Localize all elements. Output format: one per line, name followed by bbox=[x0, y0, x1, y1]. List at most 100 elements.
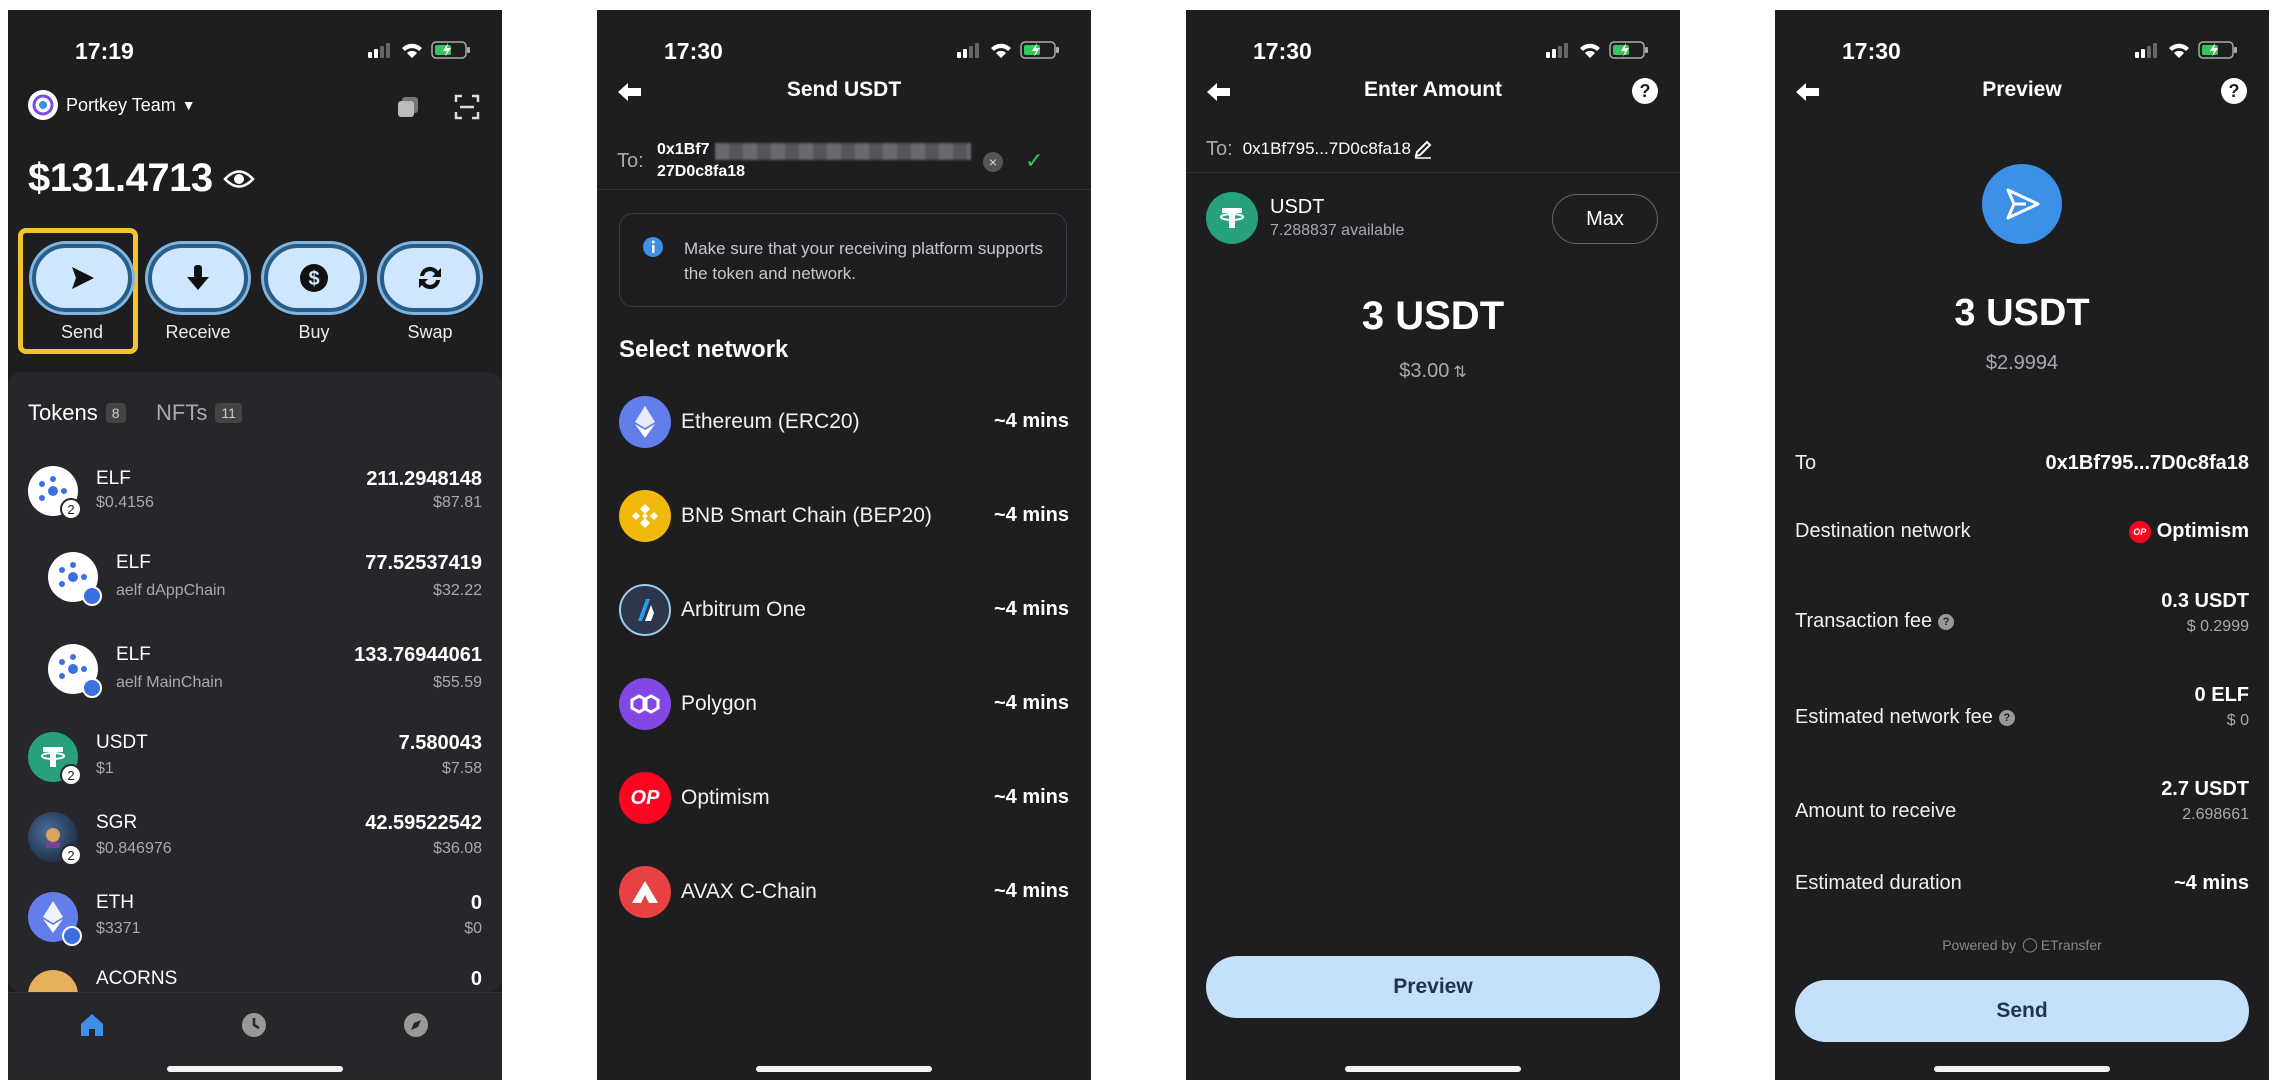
token-row[interactable]: 2 ELF $0.4156 211.2948148 $87.81 bbox=[8, 452, 502, 532]
divider bbox=[1186, 172, 1680, 173]
detail-row-network-fee: Estimated network fee ? 0 ELF $ 0 bbox=[1795, 684, 2249, 748]
token-row[interactable]: ELF aelf dAppChain 77.52537419 $32.22 bbox=[8, 538, 502, 618]
token-price: $3371 bbox=[96, 920, 141, 937]
preview-fiat: $2.9994 bbox=[1985, 352, 2059, 374]
help-icon[interactable]: ? bbox=[2221, 78, 2247, 104]
polygon-icon bbox=[619, 678, 671, 730]
detail-row-duration: Estimated duration ~4 mins bbox=[1795, 872, 2249, 912]
home-icon[interactable] bbox=[74, 1007, 110, 1043]
eye-icon[interactable] bbox=[222, 168, 255, 190]
tab-tokens[interactable]: Tokens 8 bbox=[28, 400, 126, 426]
detail-sub: $ 0 bbox=[2226, 712, 2249, 729]
edit-pencil-icon[interactable] bbox=[1413, 139, 1433, 159]
token-usd: $7.58 bbox=[441, 760, 482, 777]
tab-tokens-label: Tokens bbox=[28, 400, 98, 425]
token-row[interactable]: 2 USDT $1 7.580043 $7.58 bbox=[8, 718, 502, 798]
powered-label: Powered by bbox=[1942, 936, 2017, 953]
wallet-home-screen: 17:19 Portkey Team ▼ $131.4713 Send Rece… bbox=[8, 10, 502, 1080]
amount-input[interactable]: 3 USDT bbox=[1186, 294, 1680, 339]
account-name: Portkey Team bbox=[66, 94, 176, 115]
total-balance: $131.4713 bbox=[28, 156, 255, 201]
network-name: AVAX C-Chain bbox=[681, 880, 817, 903]
history-icon[interactable] bbox=[236, 1007, 272, 1043]
buy-button[interactable]: $ bbox=[264, 244, 364, 312]
swap-icon bbox=[419, 266, 441, 290]
network-item-polygon[interactable]: Polygon ~4 mins bbox=[619, 678, 1069, 738]
download-arrow-icon bbox=[187, 265, 209, 290]
network-time: ~4 mins bbox=[993, 504, 1069, 526]
send-button[interactable] bbox=[32, 244, 132, 312]
detail-label: Estimated duration bbox=[1795, 872, 1962, 894]
token-name: ELF bbox=[116, 644, 151, 665]
token-row[interactable]: ETH $3371 0 $0 bbox=[8, 878, 502, 958]
swap-button[interactable] bbox=[380, 244, 480, 312]
help-icon[interactable]: ? bbox=[1632, 78, 1658, 104]
network-name: Polygon bbox=[681, 692, 757, 715]
token-row[interactable]: ELF aelf MainChain 133.76944061 $55.59 bbox=[8, 630, 502, 710]
detail-value: 2.7 USDT bbox=[2161, 778, 2249, 800]
max-button[interactable]: Max bbox=[1552, 194, 1658, 244]
send-button[interactable]: Send bbox=[1795, 980, 2249, 1042]
etransfer-logo-icon: ◯ bbox=[2022, 936, 2038, 952]
action-receive[interactable]: Receive bbox=[138, 244, 258, 343]
question-icon[interactable]: ? bbox=[1998, 709, 2015, 726]
status-icons bbox=[2134, 41, 2238, 59]
scan-icon[interactable] bbox=[452, 92, 482, 122]
usdt-token-icon bbox=[1206, 192, 1258, 244]
preview-button[interactable]: Preview bbox=[1206, 956, 1660, 1018]
detail-row-to: To 0x1Bf795...7D0c8fa18 bbox=[1795, 452, 2249, 492]
status-time: 17:30 bbox=[1253, 38, 1312, 64]
copy-icon[interactable] bbox=[393, 92, 423, 122]
token-row[interactable]: 2 SGR $0.846976 42.59522542 $36.08 bbox=[8, 798, 502, 878]
detail-label: To bbox=[1795, 452, 1817, 474]
address-line1: 0x1Bf7 bbox=[657, 141, 710, 158]
network-time: ~4 mins bbox=[993, 880, 1069, 902]
network-item-bnb[interactable]: BNB Smart Chain (BEP20) ~4 mins bbox=[619, 490, 1069, 550]
network-item-avax[interactable]: AVAX C-Chain ~4 mins bbox=[619, 866, 1069, 926]
clear-input-icon[interactable]: × bbox=[983, 152, 1003, 172]
bnb-icon bbox=[619, 490, 671, 542]
network-item-arbitrum[interactable]: Arbitrum One ~4 mins bbox=[619, 584, 1069, 644]
action-swap[interactable]: Swap bbox=[370, 244, 490, 343]
tab-nfts-label: NFTs bbox=[156, 400, 208, 425]
page-title: Preview bbox=[1982, 78, 2062, 101]
switch-currency-icon[interactable]: ⇅ bbox=[1453, 362, 1466, 382]
tab-nfts[interactable]: NFTs 11 bbox=[156, 400, 242, 426]
chain-badge-icon bbox=[62, 926, 82, 946]
address-line2: 27D0c8fa18 bbox=[657, 163, 746, 180]
detail-label: Estimated network fee bbox=[1795, 706, 1993, 728]
action-send[interactable]: Send bbox=[22, 244, 142, 343]
network-time: ~4 mins bbox=[993, 598, 1069, 620]
detail-value: ~4 mins bbox=[2173, 872, 2249, 894]
detail-value: 0.3 USDT bbox=[2161, 590, 2249, 612]
chain-count-badge: 2 bbox=[60, 844, 82, 866]
detail-label: Amount to receive bbox=[1795, 800, 1957, 822]
network-time: ~4 mins bbox=[993, 786, 1069, 808]
powered-by: Powered by ◯ ETransfer bbox=[1775, 936, 2269, 953]
receive-button[interactable] bbox=[148, 244, 248, 312]
avax-icon bbox=[619, 866, 671, 918]
home-indicator bbox=[1345, 1066, 1521, 1072]
network-item-ethereum[interactable]: Ethereum (ERC20) ~4 mins bbox=[619, 396, 1069, 456]
detail-row-receive: Amount to receive 2.7 USDT 2.698661 bbox=[1795, 778, 2249, 842]
token-usd: $0 bbox=[464, 920, 482, 937]
to-label: To: bbox=[617, 150, 644, 172]
tab-tokens-count: 8 bbox=[105, 403, 126, 423]
token-amount: 42.59522542 bbox=[365, 812, 482, 834]
network-item-optimism[interactable]: OP Optimism ~4 mins bbox=[619, 772, 1069, 832]
send-select-network-screen: 17:30 Send USDT To: 0x1Bf7 27D0c8fa18 × … bbox=[597, 10, 1091, 1080]
account-switcher[interactable]: Portkey Team ▼ bbox=[28, 90, 196, 120]
token-name: SGR bbox=[96, 812, 138, 833]
token-name: ACORNS bbox=[96, 968, 178, 989]
home-indicator bbox=[1934, 1066, 2110, 1072]
recipient-field[interactable]: To: 0x1Bf7 27D0c8fa18 × ✓ bbox=[597, 130, 1091, 190]
action-buy[interactable]: $ Buy bbox=[254, 244, 374, 343]
discover-compass-icon[interactable] bbox=[398, 1007, 434, 1043]
token-chain: aelf MainChain bbox=[116, 674, 223, 691]
token-amount: 77.52537419 bbox=[365, 552, 482, 574]
token-available: 7.288837 available bbox=[1270, 222, 1405, 239]
question-icon[interactable]: ? bbox=[1938, 613, 1955, 630]
token-name: ETH bbox=[96, 892, 134, 913]
receive-label: Receive bbox=[165, 322, 231, 342]
network-name: BNB Smart Chain (BEP20) bbox=[681, 504, 932, 527]
